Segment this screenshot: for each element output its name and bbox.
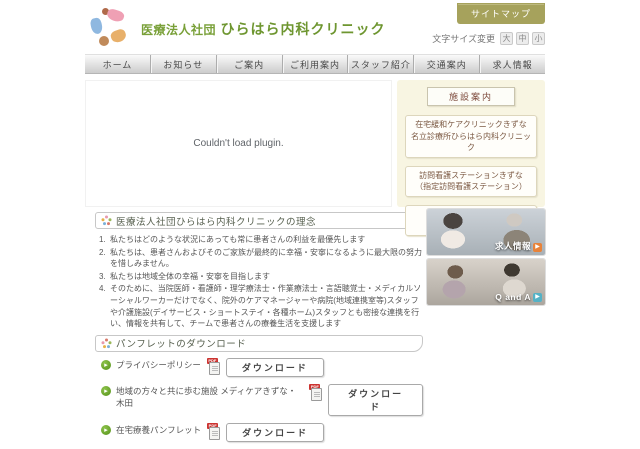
nav-item-staff[interactable]: スタッフ紹介 (348, 55, 414, 73)
download-row-privacy-policy: ▸ プライバシーポリシー PDF ダウンロード (101, 358, 423, 377)
philosophy-item-number: 4. (99, 283, 110, 329)
site-header: 医療法人社団 ひらはら内科クリニック サイトマップ 文字サイズ変更 大 中 小 (85, 3, 545, 52)
nav-item-news[interactable]: お知らせ (151, 55, 217, 73)
flower-icon (101, 215, 112, 226)
downloads-list: ▸ プライバシーポリシー PDF ダウンロード ▸ 地域の方々と共に歩む施設 メ… (95, 352, 423, 442)
main-content-column: 医療法人社団ひらはら内科クリニックの理念 1. 私たちはどのような状況にあっても… (95, 212, 423, 442)
qa-photo-banner[interactable]: Q and A ▶ (427, 259, 545, 305)
philosophy-list: 1. 私たちはどのような状況にあっても常に患者さんの利益を最優先します 2. 私… (95, 229, 423, 330)
philosophy-item-text: 私たちはどのような状況にあっても常に患者さんの利益を最優先します (110, 234, 423, 246)
facility-line2: 名立診療所ひらはら内科クリニック (411, 132, 531, 153)
nav-item-jobs[interactable]: 求人情報 (480, 55, 545, 73)
facility-line1: 在宅緩和ケアクリニックきずな (415, 120, 527, 129)
pdf-doc-shape (311, 388, 322, 401)
main-banner-row: Couldn't load plugin. 施設案内 在宅緩和ケアクリニックきず… (85, 80, 545, 207)
facility-link-kizuna-clinic[interactable]: 在宅緩和ケアクリニックきずな 名立診療所ひらはら内科クリニック (405, 115, 537, 158)
pdf-file-icon: PDF (207, 358, 222, 375)
download-label[interactable]: 在宅療養パンフレット (116, 425, 201, 437)
green-arrow-bullet-icon: ▸ (101, 360, 111, 370)
download-button-privacy-policy[interactable]: ダウンロード (226, 358, 324, 377)
qa-banner-label: Q and A (495, 292, 531, 302)
logo-figure-icon (106, 8, 126, 24)
download-button-home-care[interactable]: ダウンロード (226, 423, 324, 442)
fontsize-control: 文字サイズ変更 大 中 小 (432, 32, 545, 45)
philosophy-item-number: 2. (99, 247, 110, 270)
fontsize-small-button[interactable]: 小 (532, 32, 545, 45)
logo-figure-icon (99, 36, 109, 46)
clinic-logo-icon[interactable] (89, 6, 133, 49)
nav-item-access[interactable]: 交通案内 (414, 55, 480, 73)
fontsize-medium-button[interactable]: 中 (516, 32, 529, 45)
philosophy-item-text: そのために、当院医師・看護師・理学療法士・作業療法士・言語聴覚士・メディカルソー… (110, 283, 423, 329)
facility-line2: （指定訪問看護ステーション） (415, 182, 527, 191)
fontsize-large-button[interactable]: 大 (500, 32, 513, 45)
pdf-file-icon: PDF (207, 423, 222, 440)
plugin-error-text: Couldn't load plugin. (193, 138, 283, 149)
philosophy-item-text: 私たちは地域全体の幸福・安寧を目指します (110, 271, 423, 283)
philosophy-item-number: 1. (99, 234, 110, 246)
jobs-banner-label: 求人情報 (495, 240, 531, 252)
logo-figure-icon (89, 17, 103, 35)
philosophy-item: 3. 私たちは地域全体の幸福・安寧を目指します (99, 271, 423, 283)
facility-line1: 訪問看護ステーションきずな (419, 171, 523, 180)
site-title-prefix: 医療法人社団 (141, 23, 216, 37)
main-nav: ホーム お知らせ ご案内 ご利用案内 スタッフ紹介 交通案内 求人情報 (85, 54, 545, 74)
jobs-photo-banner[interactable]: 求人情報 ▶ (427, 209, 545, 255)
flash-plugin-area[interactable]: Couldn't load plugin. (85, 80, 392, 207)
philosophy-item-number: 3. (99, 271, 110, 283)
philosophy-item: 1. 私たちはどのような状況にあっても常に患者さんの利益を最優先します (99, 234, 423, 246)
sitemap-button[interactable]: サイトマップ (457, 3, 545, 24)
arrow-right-icon: ▶ (533, 293, 542, 302)
download-label[interactable]: 地域の方々と共に歩む施設 メディケアきずな・木田 (116, 386, 303, 410)
download-row-home-care: ▸ 在宅療養パンフレット PDF ダウンロード (101, 423, 423, 442)
pdf-doc-shape (209, 362, 220, 375)
nav-item-guide[interactable]: ご案内 (217, 55, 283, 73)
page-title: 医療法人社団 ひらはら内科クリニック (141, 19, 385, 39)
facility-guide-title[interactable]: 施設案内 (427, 87, 515, 106)
arrow-right-icon: ▶ (533, 243, 542, 252)
flower-icon (101, 338, 112, 349)
nav-item-usage[interactable]: ご利用案内 (283, 55, 349, 73)
site-title-main: ひらはら内科クリニック (220, 21, 385, 37)
page-container: 医療法人社団 ひらはら内科クリニック サイトマップ 文字サイズ変更 大 中 小 … (85, 3, 545, 449)
philosophy-item: 2. 私たちは、患者さんおよびそのご家族が最終的に幸福・安寧になるように最大限の… (99, 247, 423, 270)
pdf-doc-shape (209, 427, 220, 440)
green-arrow-bullet-icon: ▸ (101, 425, 111, 435)
philosophy-item: 4. そのために、当院医師・看護師・理学療法士・作業療法士・言語聴覚士・メディカ… (99, 283, 423, 329)
logo-figure-icon (109, 28, 127, 44)
philosophy-item-text: 私たちは、患者さんおよびそのご家族が最終的に幸福・安寧になるように最大限の努力を… (110, 247, 423, 270)
philosophy-section-header: 医療法人社団ひらはら内科クリニックの理念 (95, 212, 423, 229)
nav-item-home[interactable]: ホーム (85, 55, 151, 73)
downloads-section-header: パンフレットのダウンロード (95, 335, 423, 352)
facility-link-visiting-nurse[interactable]: 訪問看護ステーションきずな （指定訪問看護ステーション） (405, 166, 537, 197)
downloads-title: パンフレットのダウンロード (116, 336, 246, 350)
philosophy-title: 医療法人社団ひらはら内科クリニックの理念 (116, 214, 316, 228)
fontsize-label: 文字サイズ変更 (432, 32, 495, 45)
download-label[interactable]: プライバシーポリシー (116, 360, 201, 372)
green-arrow-bullet-icon: ▸ (101, 386, 111, 396)
pdf-file-icon: PDF (309, 384, 324, 401)
facility-guide-panel: 施設案内 在宅緩和ケアクリニックきずな 名立診療所ひらはら内科クリニック 訪問看… (397, 80, 545, 207)
